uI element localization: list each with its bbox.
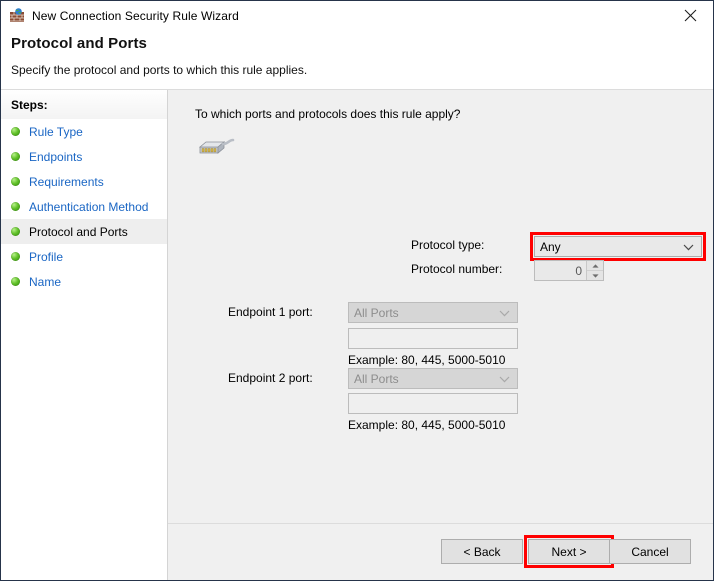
endpoint1-label: Endpoint 1 port: <box>228 305 313 319</box>
endpoint1-port-scope-value: All Ports <box>354 305 399 320</box>
stepper-up-icon[interactable] <box>587 261 603 271</box>
footer-bar: < Back Next > Cancel <box>168 523 713 580</box>
sidebar-item-profile[interactable]: Profile <box>1 244 167 269</box>
step-bullet-icon <box>11 252 20 261</box>
close-icon[interactable] <box>668 1 713 30</box>
page-title: Protocol and Ports <box>11 35 147 52</box>
sidebar-item-protocol-and-ports[interactable]: Protocol and Ports <box>1 219 167 244</box>
content-question: To which ports and protocols does this r… <box>195 107 461 121</box>
protocol-number-stepper[interactable]: 0 <box>534 260 604 281</box>
protocol-number-label: Protocol number: <box>411 262 503 276</box>
endpoint1-port-input[interactable] <box>348 328 518 349</box>
endpoint1-label-row: Endpoint 1 port: <box>228 305 313 319</box>
sidebar-item-label: Protocol and Ports <box>29 224 128 239</box>
protocol-type-dropdown[interactable]: Any <box>534 236 702 257</box>
network-connector-icon <box>196 134 236 158</box>
sidebar-item-rule-type[interactable]: Rule Type <box>1 119 167 144</box>
firewall-globe-icon <box>9 8 25 24</box>
content-pane: To which ports and protocols does this r… <box>168 90 713 580</box>
sidebar-item-requirements[interactable]: Requirements <box>1 169 167 194</box>
sidebar-item-label: Authentication Method <box>29 199 149 214</box>
protocol-number-label-row: Protocol number: <box>411 262 502 276</box>
step-bullet-icon <box>11 227 20 236</box>
sidebar-item-label: Profile <box>29 249 64 264</box>
back-button[interactable]: < Back <box>441 539 523 564</box>
endpoint1-hint: Example: 80, 445, 5000-5010 <box>348 353 506 367</box>
next-button[interactable]: Next > <box>528 539 610 564</box>
chevron-down-icon <box>683 240 694 254</box>
stepper-buttons[interactable] <box>586 261 603 280</box>
endpoint2-port-scope-value: All Ports <box>354 371 399 386</box>
step-bullet-icon <box>11 277 20 286</box>
cancel-button[interactable]: Cancel <box>609 539 691 564</box>
endpoint2-hint: Example: 80, 445, 5000-5010 <box>348 418 506 432</box>
endpoint2-label-row: Endpoint 2 port: <box>228 371 313 385</box>
page-header: Protocol and Ports Specify the protocol … <box>1 31 713 89</box>
protocol-number-value: 0 <box>575 263 582 278</box>
endpoint2-port-scope-dropdown[interactable]: All Ports <box>348 368 518 389</box>
endpoint2-label: Endpoint 2 port: <box>228 371 313 385</box>
steps-heading: Steps: <box>1 90 167 119</box>
protocol-type-label: Protocol type: <box>411 238 485 252</box>
sidebar-item-name[interactable]: Name <box>1 269 167 294</box>
wizard-window: New Connection Security Rule Wizard Prot… <box>0 0 714 581</box>
sidebar-item-label: Endpoints <box>29 149 83 164</box>
step-bullet-icon <box>11 127 20 136</box>
window-title: New Connection Security Rule Wizard <box>32 9 239 23</box>
title-bar: New Connection Security Rule Wizard <box>1 1 713 31</box>
sidebar-item-authentication-method[interactable]: Authentication Method <box>1 194 167 219</box>
sidebar-item-endpoints[interactable]: Endpoints <box>1 144 167 169</box>
endpoint1-port-scope-dropdown[interactable]: All Ports <box>348 302 518 323</box>
chevron-down-icon <box>499 306 510 320</box>
stepper-down-icon[interactable] <box>587 271 603 280</box>
step-bullet-icon <box>11 152 20 161</box>
protocol-type-label-row: Protocol type: <box>411 238 484 252</box>
body-area: Steps: Rule Type Endpoints Requirements … <box>1 89 713 580</box>
sidebar-item-label: Requirements <box>29 174 104 189</box>
steps-sidebar: Steps: Rule Type Endpoints Requirements … <box>1 90 168 580</box>
protocol-type-value: Any <box>540 239 561 254</box>
sidebar-item-label: Name <box>29 274 62 289</box>
page-subtitle: Specify the protocol and ports to which … <box>11 63 308 77</box>
endpoint2-port-input[interactable] <box>348 393 518 414</box>
step-bullet-icon <box>11 202 20 211</box>
chevron-down-icon <box>499 372 510 386</box>
step-bullet-icon <box>11 177 20 186</box>
sidebar-item-label: Rule Type <box>29 124 83 139</box>
